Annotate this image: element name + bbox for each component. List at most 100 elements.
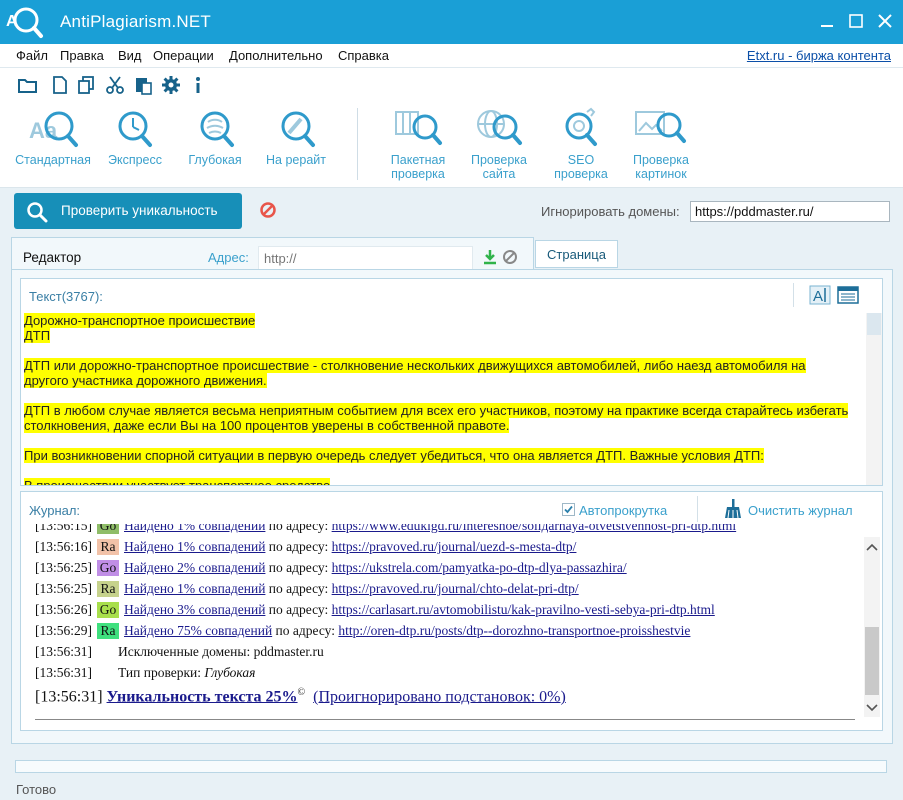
open-folder-icon[interactable] [18, 75, 38, 95]
site-check-button[interactable]: Проверка сайта [454, 106, 544, 181]
autoscroll-checkbox[interactable] [562, 503, 575, 516]
journal-entry: [13:56:25] Go Найдено 2% совпадений по адр… [35, 560, 627, 576]
clear-journal-button[interactable]: Очистить журнал [748, 503, 853, 518]
broom-icon[interactable] [724, 499, 742, 519]
check-uniqueness-label: Проверить уникальность [61, 203, 218, 218]
ignore-domains-input[interactable] [690, 201, 890, 222]
journal-entry: [13:56:25] Ra Найдено 1% совпадений по адр… [35, 581, 579, 597]
menu-help[interactable]: Справка [338, 48, 389, 63]
uniqueness-result[interactable]: Уникальность текста 25% [107, 688, 298, 705]
text-editor[interactable]: Дорожно-транспортное происшествие ДТП ДТП … [24, 313, 866, 485]
etxt-link[interactable]: Etxt.ru - биржа контента [747, 48, 891, 63]
close-button[interactable] [874, 10, 896, 32]
app-logo-icon: A [6, 7, 43, 38]
text-scrollbar-thumb[interactable] [867, 313, 881, 335]
font-format-icon[interactable]: A [809, 285, 831, 305]
paste-icon[interactable] [133, 75, 153, 95]
batch-check-label-2: проверка [391, 167, 445, 181]
minimize-button[interactable] [816, 10, 838, 32]
check-deep-label: Глубокая [188, 153, 242, 167]
check-standard-label: Стандартная [15, 153, 91, 167]
address-label: Адрес: [208, 250, 249, 265]
journal-panel: Журнал: Автопрокрутка Очистить журнал [1… [20, 491, 883, 731]
scroll-up-icon[interactable] [866, 543, 878, 551]
check-uniqueness-button[interactable]: Проверить уникальность [14, 193, 242, 229]
journal-scrollbar[interactable] [864, 537, 880, 717]
site-check-label-1: Проверка [471, 153, 527, 167]
scroll-down-icon[interactable] [866, 704, 878, 712]
new-document-icon[interactable] [50, 75, 70, 95]
batch-check-icon [395, 111, 442, 145]
ignored-substitutions[interactable]: (Проигнорировано подстановок: 0%) [313, 688, 566, 705]
check-standard-button[interactable]: Aa Стандартная [8, 106, 98, 167]
svg-text:A: A [813, 288, 823, 305]
journal-log: [13:56:15] Go Найдено 1% совпадений по адр… [35, 524, 857, 720]
info-icon[interactable] [188, 75, 208, 95]
journal-scrollbar-thumb[interactable] [865, 627, 879, 695]
text-paragraph: ДТП или дорожно-транспортное происшестви… [24, 358, 866, 388]
image-check-button[interactable]: Проверка картинок [616, 106, 706, 181]
text-toolbar-separator [793, 283, 794, 307]
seo-check-label-1: SEO [567, 153, 595, 167]
autoscroll-label[interactable]: Автопрокрутка [579, 503, 667, 518]
status-text: Готово [16, 782, 57, 797]
copy-icon[interactable] [77, 75, 97, 95]
standard-check-icon: Aa [29, 111, 78, 147]
text-view-icon[interactable] [837, 285, 859, 305]
site-check-label-2: сайта [482, 167, 516, 181]
seo-check-label-2: проверка [554, 167, 608, 181]
journal-divider [35, 719, 855, 720]
menu-operations[interactable]: Операции [153, 48, 214, 63]
gear-icon[interactable] [161, 75, 181, 95]
title-bar: A AntiPlagiarism.NET [0, 0, 903, 44]
tab-page[interactable]: Страница [535, 240, 618, 268]
svg-text:A: A [6, 13, 18, 30]
journal-entry: [13:56:15] Go Найдено 1% совпадений по адр… [35, 524, 736, 537]
seo-check-button[interactable]: SEO проверка [536, 106, 626, 181]
stop-icon[interactable] [259, 201, 277, 219]
journal-header: Журнал: [29, 503, 81, 518]
text-scrollbar[interactable] [866, 313, 882, 485]
check-rewrite-button[interactable]: На рерайт [251, 106, 341, 167]
check-deep-button[interactable]: Глубокая [170, 106, 260, 167]
cut-icon[interactable] [105, 75, 125, 95]
address-input[interactable] [258, 246, 473, 270]
block-icon[interactable] [502, 249, 518, 265]
text-panel: Текст(3767): A Дорожно-транспортное прои… [20, 278, 883, 486]
menu-additional[interactable]: Дополнительно [229, 48, 323, 63]
express-check-icon [118, 111, 152, 147]
batch-check-button[interactable]: Пакетная проверка [373, 106, 463, 181]
site-check-icon [477, 110, 522, 145]
journal-entry: [13:56:29] Ra Найдено 75% совпадений по ад… [35, 623, 691, 639]
text-line: Дорожно-транспортное происшествие [24, 313, 256, 328]
menu-bar: Файл Правка Вид Операции Дополнительно С… [0, 44, 903, 68]
maximize-button[interactable] [845, 10, 867, 32]
text-line: ДТП или дорожно-транспортное происшестви… [24, 358, 806, 373]
check-rewrite-label: На рерайт [266, 153, 326, 167]
journal-entry: [13:56:26] Go Найдено 3% совпадений по адр… [35, 602, 715, 618]
rewrite-check-icon [281, 111, 315, 147]
text-paragraph: Дорожно-транспортное происшествие ДТП [24, 313, 866, 343]
journal-toolbar-separator [697, 496, 698, 522]
text-line: ДТП в любом случае является весьма непри… [24, 403, 849, 418]
download-icon[interactable] [482, 249, 498, 265]
image-check-label-1: Проверка [633, 153, 689, 167]
menu-view[interactable]: Вид [118, 48, 142, 63]
minimize-icon [821, 25, 833, 27]
menu-file[interactable]: Файл [16, 48, 48, 63]
text-line: столкновения, даже если Вы на 100 процен… [24, 418, 510, 433]
seo-check-icon [565, 107, 597, 146]
image-check-label-2: картинок [635, 167, 687, 181]
maximize-icon [849, 14, 863, 28]
tab-editor-label: Редактор [23, 250, 82, 265]
check-express-button[interactable]: Экспресс [90, 106, 180, 167]
tab-editor[interactable]: Редактор Адрес: [11, 237, 534, 270]
menu-edit[interactable]: Правка [60, 48, 104, 63]
close-icon [878, 14, 892, 28]
ribbon: Aa Стандартная Экспресс Глубокая На рера… [0, 100, 903, 188]
check-express-label: Экспресс [107, 153, 163, 167]
